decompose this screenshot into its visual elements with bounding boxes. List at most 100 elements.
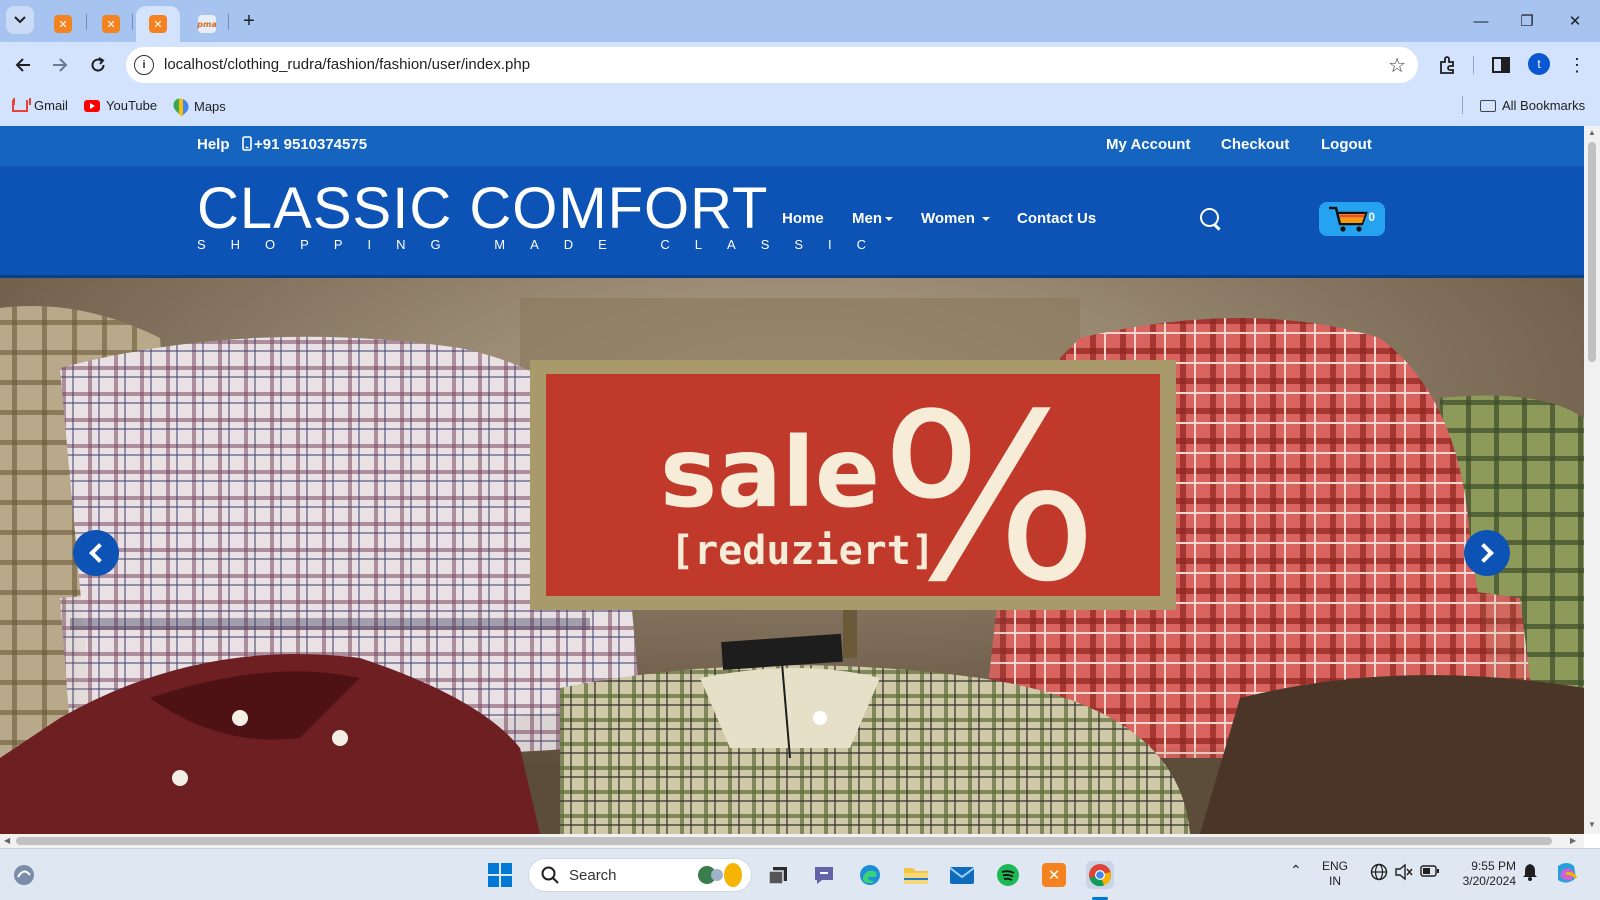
scroll-left-icon[interactable]: ◀ [4, 836, 10, 845]
restore-button[interactable]: ❐ [1512, 8, 1542, 34]
file-explorer-icon[interactable] [902, 861, 930, 889]
all-bookmarks[interactable]: All Bookmarks [1480, 98, 1585, 113]
windows-logo-icon [488, 863, 512, 887]
shopping-cart-icon [1329, 206, 1368, 232]
scroll-down-icon[interactable]: ▼ [1588, 820, 1596, 829]
tab-search-button[interactable] [6, 6, 34, 34]
web-page: Help +91 9510374575 My Account Checkout … [0, 126, 1584, 834]
search-label: Search [569, 866, 617, 884]
task-view-icon[interactable] [764, 861, 792, 889]
youtube-icon [84, 99, 100, 112]
profile-avatar[interactable]: t [1528, 53, 1550, 75]
mail-icon[interactable] [948, 861, 976, 889]
all-bookmarks-label: All Bookmarks [1502, 98, 1586, 113]
hero-sale-image: sale [reduziert] % [0, 278, 1584, 834]
close-window-button[interactable]: ✕ [1560, 8, 1590, 34]
nav-men[interactable]: Men [852, 210, 893, 227]
start-button[interactable] [486, 861, 514, 889]
caret-down-icon [982, 217, 991, 222]
bookmark-label: Gmail [34, 98, 68, 113]
address-bar[interactable]: i localhost/clothing_rudra/fashion/fashi… [126, 47, 1418, 83]
taskbar-search[interactable]: Search [528, 858, 752, 892]
clock-date: 3/20/2024 [1462, 874, 1516, 888]
forward-arrow-icon [53, 58, 68, 72]
bookmark-gmail[interactable]: Gmail [12, 97, 68, 113]
vertical-scroll-thumb[interactable] [1588, 142, 1596, 362]
cart-count: 0 [1368, 210, 1375, 224]
checkout-link[interactable]: Checkout [1221, 136, 1289, 153]
browser-toolbar: i localhost/clothing_rudra/fashion/fashi… [0, 42, 1600, 88]
url-text[interactable]: localhost/clothing_rudra/fashion/fashion… [164, 56, 530, 73]
logo-title: CLASSIC COMFORT [197, 176, 769, 241]
xampp-icon: ✕ [1042, 863, 1066, 887]
reload-button[interactable] [84, 51, 112, 79]
xampp-icon: ✕ [54, 15, 72, 33]
vertical-scrollbar[interactable]: ▲ ▼ [1584, 126, 1600, 834]
show-hidden-icons[interactable]: ⌃ [1290, 863, 1302, 878]
bookmark-youtube[interactable]: YouTube [84, 98, 157, 113]
clock[interactable]: 9:55 PM 3/20/2024 [1456, 859, 1516, 889]
tab-4[interactable]: pma [190, 6, 224, 42]
search-icon[interactable] [1200, 208, 1222, 230]
clock-time: 9:55 PM [1471, 859, 1516, 873]
nav-contact-us[interactable]: Contact Us [1017, 210, 1096, 227]
site-info-icon[interactable]: i [134, 55, 154, 75]
bookmark-label: YouTube [106, 98, 158, 113]
minimize-button[interactable]: — [1466, 8, 1496, 34]
phone-number: +91 9510374575 [242, 136, 367, 153]
my-account-link[interactable]: My Account [1106, 136, 1190, 153]
site-topbar: Help +91 9510374575 My Account Checkout … [0, 126, 1584, 166]
widgets-icon[interactable] [10, 861, 38, 889]
tab-3-active[interactable]: ✕ [136, 6, 180, 42]
xampp-icon: ✕ [102, 15, 120, 33]
xampp-icon: ✕ [149, 15, 167, 33]
bookmarks-divider [1462, 96, 1463, 114]
sign-sale-text: sale [660, 417, 880, 529]
language-text: ENG [1322, 859, 1349, 873]
notifications-bell-icon[interactable] [1522, 863, 1538, 885]
horizontal-scroll-thumb[interactable] [16, 837, 1552, 845]
xampp-taskbar-icon[interactable]: ✕ [1040, 861, 1068, 889]
scroll-right-icon[interactable]: ▶ [1570, 836, 1576, 845]
horizontal-scrollbar[interactable]: ◀ ▶ [0, 834, 1584, 848]
forward-button[interactable] [46, 51, 74, 79]
help-link[interactable]: Help [197, 136, 230, 153]
bookmark-star-icon[interactable]: ☆ [1388, 53, 1406, 78]
phone-text: +91 9510374575 [254, 136, 368, 153]
side-panel-icon[interactable] [1488, 52, 1514, 78]
site-header: CLASSIC COMFORT SHOPPING MADE CLASSIC Ho… [0, 166, 1584, 278]
copilot-icon[interactable] [1554, 860, 1580, 890]
teams-chat-icon[interactable] [810, 861, 838, 889]
battery-icon[interactable] [1420, 864, 1440, 882]
extensions-icon[interactable] [1434, 52, 1460, 78]
maps-icon [170, 95, 192, 117]
phpmyadmin-icon: pma [197, 15, 217, 33]
volume-muted-icon[interactable] [1394, 863, 1414, 885]
carousel-prev-button[interactable] [73, 530, 119, 576]
cart-button[interactable]: 0 [1319, 202, 1385, 236]
spotify-icon[interactable] [994, 861, 1022, 889]
edge-browser-icon[interactable] [856, 861, 884, 889]
logout-link[interactable]: Logout [1321, 136, 1372, 153]
nav-women[interactable]: Women [921, 210, 991, 227]
new-tab-button[interactable]: + [236, 8, 262, 34]
tab-1[interactable]: ✕ [46, 6, 80, 42]
carousel-next-button[interactable] [1464, 530, 1510, 576]
folder-icon [1480, 99, 1496, 112]
language-indicator[interactable]: ENG IN [1322, 859, 1348, 889]
more-menu-icon[interactable]: ⋮ [1564, 52, 1590, 78]
network-icon[interactable] [1370, 863, 1388, 885]
nav-home[interactable]: Home [782, 210, 824, 227]
tab-strip: ✕ ✕ ✕ pma + — ❐ ✕ [0, 0, 1600, 42]
tab-2[interactable]: ✕ [94, 6, 128, 42]
search-icon [541, 866, 559, 884]
scroll-up-icon[interactable]: ▲ [1588, 128, 1596, 137]
bookmark-label: Maps [194, 98, 226, 114]
bookmark-maps[interactable]: Maps [170, 95, 226, 117]
back-button[interactable] [9, 51, 37, 79]
gmail-icon [12, 97, 31, 112]
windows-taskbar: Search ✕ ⌃ ENG IN 9:55 PM 3/20/2024 [0, 848, 1600, 900]
sign-percent: % [880, 366, 1099, 633]
bookmarks-bar: Gmail YouTube Maps All Bookmarks [0, 88, 1600, 126]
chrome-taskbar-icon[interactable] [1086, 861, 1114, 889]
